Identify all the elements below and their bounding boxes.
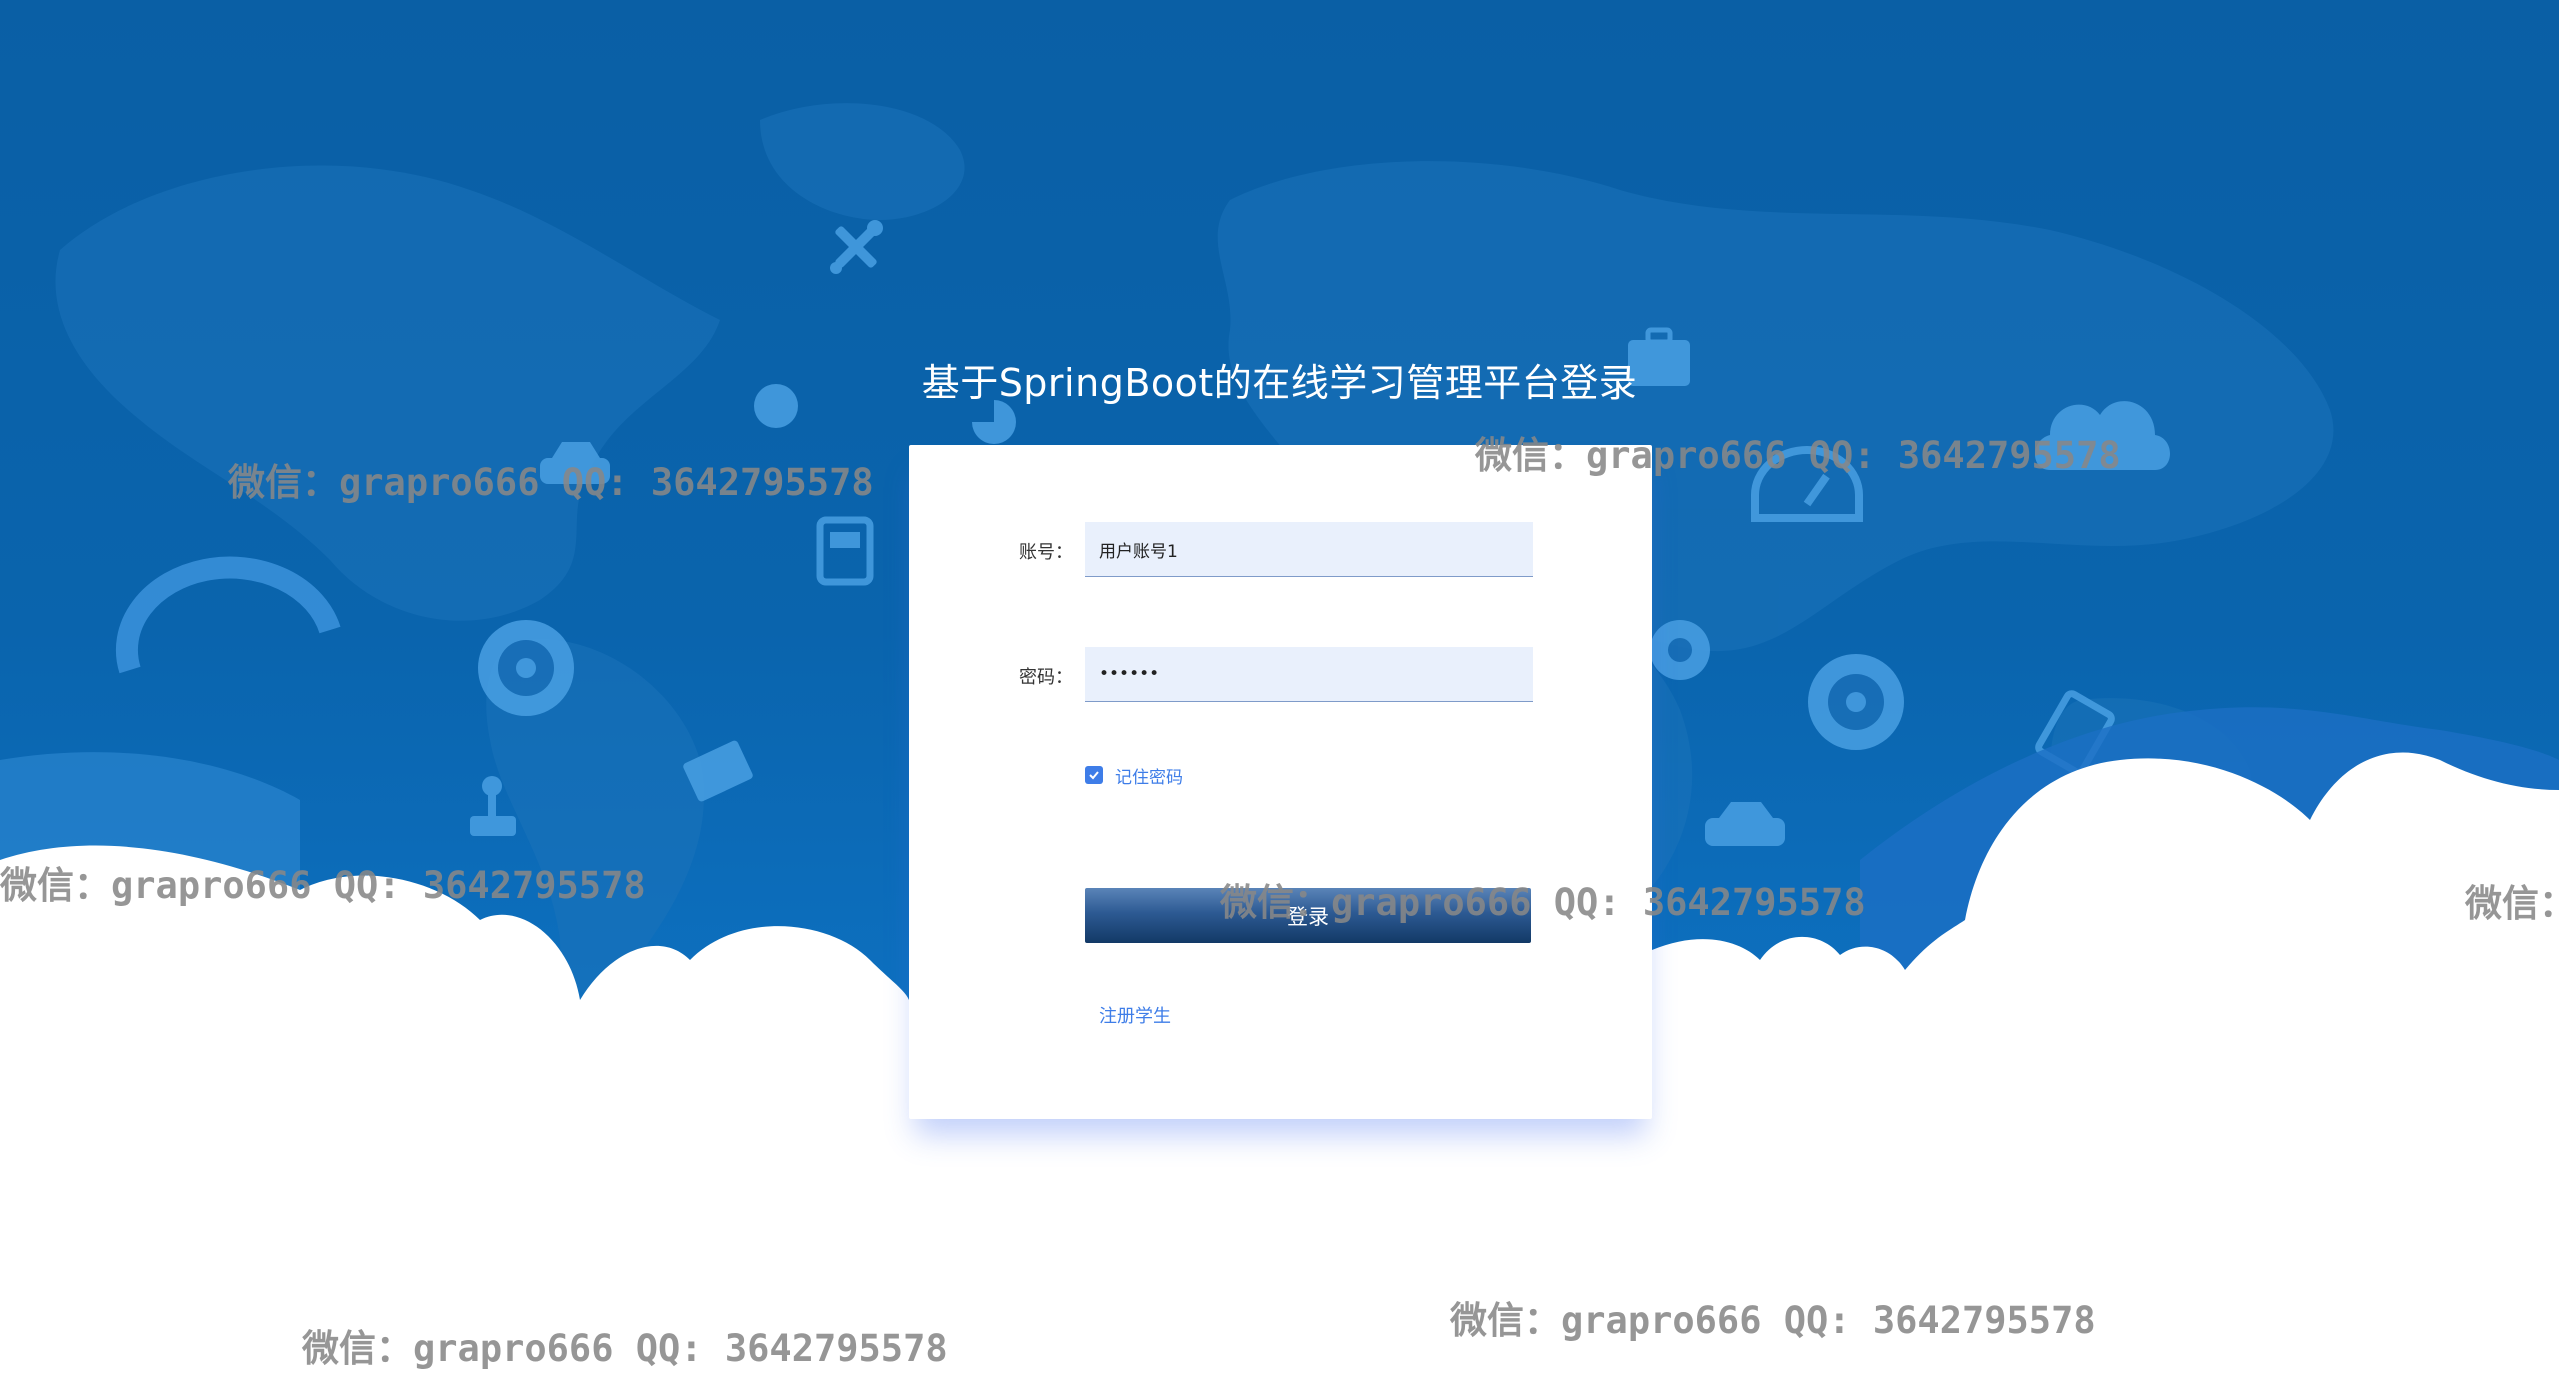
password-label: 密码： [1019, 667, 1073, 688]
login-page: 基于SpringBoot的在线学习管理平台登录 账号： 密码： 记住密码 登录 … [0, 0, 2559, 1399]
remember-password-label[interactable]: 记住密码 [1115, 763, 1183, 788]
gear-icon [1650, 620, 1710, 680]
username-input[interactable] [1085, 522, 1533, 577]
remember-password-checkbox[interactable] [1085, 766, 1103, 784]
register-student-link[interactable]: 注册学生 [1099, 1002, 1171, 1028]
password-row: 密码： [909, 647, 1652, 703]
fuel-pump-icon [816, 516, 874, 586]
username-label: 账号： [1019, 542, 1073, 563]
password-input[interactable] [1085, 647, 1533, 702]
login-button[interactable]: 登录 [1085, 888, 1531, 943]
speedometer-icon [115, 556, 341, 674]
login-form: 账号： 密码： 记住密码 登录 注册学生 [909, 445, 1652, 1119]
wheel-icon [1808, 654, 1904, 750]
remember-password-option: 记住密码 [1085, 763, 1183, 788]
tools-icon [830, 220, 883, 274]
wheel-icon [478, 620, 574, 716]
page-title: 基于SpringBoot的在线学习管理平台登录 [921, 361, 1638, 405]
username-row: 账号： [909, 522, 1652, 578]
checkmark-icon [1089, 771, 1099, 780]
car-icon [1705, 802, 1785, 846]
